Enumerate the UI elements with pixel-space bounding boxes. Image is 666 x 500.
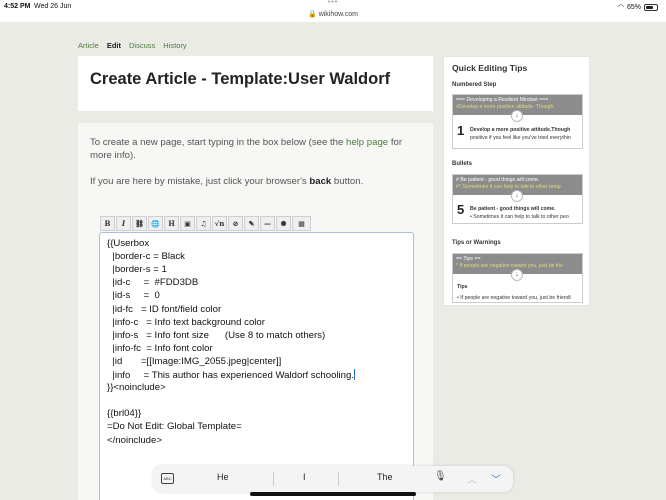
editor-line: =Do Not Edit: Global Template= [107, 421, 242, 433]
signature-icon[interactable]: ✎ [244, 216, 259, 231]
bold-button[interactable]: B [100, 216, 115, 231]
text-caret [354, 369, 356, 380]
table-icon[interactable]: ▦ [292, 216, 311, 231]
external-link-button[interactable]: 🌐 [148, 216, 163, 231]
italic-button[interactable]: I [116, 216, 131, 231]
tip-code-2: #Develop a more positive attitude. Thoug… [456, 104, 554, 110]
nowiki-icon[interactable]: ⊘ [228, 216, 243, 231]
intro-text-start: To create a new page, start typing in th… [90, 137, 346, 148]
arrow-down-icon: ↓ [511, 269, 523, 281]
intro-text: To create a new page, start typing in th… [90, 136, 420, 162]
tip-render-1: Develop a more positive attitude.Though [470, 127, 571, 133]
page-title: Create Article - Template:User Waldorf [90, 70, 391, 88]
chevron-down-icon[interactable]: ﹀ [491, 471, 501, 486]
tip-bullets: # Be patient - good things will come. #* … [452, 174, 583, 224]
tip-code-1: === Developing a Resilient Mindset === [456, 97, 549, 103]
quick-tips-title: Quick Editing Tips [452, 63, 528, 73]
wifi-icon: ◠ [617, 4, 624, 11]
editor-toolbar: B I ⛓ 🌐 H ▣ ♫ √n ⊘ ✎ — ✺ ▦ [100, 216, 311, 231]
editor-line: |border-c = Black [107, 251, 185, 263]
media-icon[interactable]: ♫ [196, 216, 211, 231]
wikitext-editor[interactable]: {{Userbox |border-c = Black |border-s = … [99, 232, 414, 500]
tip-code-1: # Be patient - good things will come. [456, 177, 540, 183]
suggestion-3[interactable]: The [377, 472, 393, 482]
divider [338, 472, 339, 486]
mistake-text-end: button. [331, 176, 364, 187]
editor-line: {{brl04}} [107, 408, 142, 420]
suggestion-2[interactable]: I [303, 472, 306, 482]
tab-article[interactable]: Article [78, 41, 99, 50]
editor-line: }}<noinclude> [107, 382, 166, 394]
tip-code-1: == Tips == [456, 256, 481, 262]
address-bar[interactable]: 🔒 wikihow.com [0, 10, 666, 18]
tab-discuss[interactable]: Discuss [129, 41, 155, 50]
heading-button[interactable]: H [164, 216, 179, 231]
editor-line: |info-s = Info font size (Use 8 to match… [107, 329, 326, 341]
step-number: 5 [457, 202, 465, 217]
quick-tips-panel: Quick Editing Tips Numbered Step === Dev… [443, 56, 590, 306]
arrow-down-icon: ↓ [511, 110, 523, 122]
step-number: 1 [457, 123, 465, 138]
image-icon[interactable]: ▣ [180, 216, 195, 231]
tip-label-tips-warnings: Tips or Warnings [452, 240, 501, 246]
lock-icon: 🔒 [308, 11, 317, 18]
tip-render-2: • If people are negative toward you, jus… [457, 295, 571, 301]
microphone-icon[interactable]: 🎙 [434, 471, 447, 482]
status-bar: ••• 4:52 PM Wed 26 Jun 🔒 wikihow.com ◠ 6… [0, 0, 666, 22]
edit-panel: To create a new page, start typing in th… [78, 123, 433, 500]
tip-code-2: * If people are negative toward you, jus… [456, 263, 563, 269]
suggestion-1[interactable]: He [217, 472, 229, 482]
tip-tips-warnings: == Tips == * If people are negative towar… [452, 253, 583, 303]
battery-fill [646, 5, 653, 9]
tip-render-2: • Sometimes it can help to talk to other… [470, 214, 569, 220]
editor-line: </noinclude> [107, 434, 162, 446]
editor-line: {{Userbox [107, 238, 150, 249]
chevron-up-icon[interactable]: ︿ [467, 471, 477, 486]
editor-line: |id-c = #FDD3DB [107, 277, 199, 289]
horizontal-rule-button[interactable]: — [260, 216, 275, 231]
tip-label-bullets: Bullets [452, 161, 473, 167]
editor-line: |info-fc = Info font color [107, 342, 213, 354]
tab-history[interactable]: History [163, 41, 186, 50]
tip-label-numbered-step: Numbered Step [452, 82, 497, 88]
tip-render-1: Be patient - good things will come. [470, 206, 556, 212]
editor-line: |id-s = 0 [107, 290, 160, 302]
gallery-icon[interactable]: ✺ [276, 216, 291, 231]
url-text: wikihow.com [318, 11, 358, 18]
internal-link-button[interactable]: ⛓ [132, 216, 147, 231]
status-time: 4:52 PM [4, 3, 31, 10]
editor-line: |border-s = 1 [107, 264, 167, 276]
status-date: Wed 26 Jun [34, 3, 72, 10]
tab-edit[interactable]: Edit [107, 41, 121, 50]
divider [273, 472, 274, 486]
keyboard-shortcuts-icon[interactable]: ABC [161, 473, 174, 484]
mistake-text-start: If you are here by mistake, just click y… [90, 176, 310, 187]
multitask-dots[interactable]: ••• [0, 0, 666, 6]
status-right: ◠ 65% [618, 3, 658, 11]
tip-code-2: #* Sometimes it can help to talk to othe… [456, 184, 561, 190]
article-tabs: Article Edit Discuss History [78, 41, 187, 50]
arrow-down-icon: ↓ [511, 190, 523, 202]
back-word: back [309, 176, 332, 187]
tip-numbered-step: === Developing a Resilient Mindset === #D… [452, 94, 583, 149]
battery-icon [644, 3, 658, 11]
home-indicator[interactable] [250, 492, 416, 496]
help-page-link[interactable]: help page [346, 137, 388, 148]
math-button[interactable]: √n [212, 216, 227, 231]
battery-percent: 65% [626, 3, 641, 11]
keyboard-suggestion-bar: ABC He I The 🎙 ︿ ﹀ [153, 466, 513, 492]
editor-line: |info = This author has experienced Wald… [107, 369, 356, 381]
title-card: Create Article - Template:User Waldorf [78, 56, 433, 111]
tip-render-2: positive if you feel like you've tried e… [470, 135, 571, 141]
tip-render-1: Tips [457, 284, 468, 290]
editor-line: |id-fc = ID font/field color [107, 303, 222, 315]
mistake-text: If you are here by mistake, just click y… [90, 175, 420, 188]
editor-line: |info-c = Info text background color [107, 316, 265, 328]
editor-line: |id =[[Image:IMG_2055.jpeg|center]] [107, 355, 282, 367]
